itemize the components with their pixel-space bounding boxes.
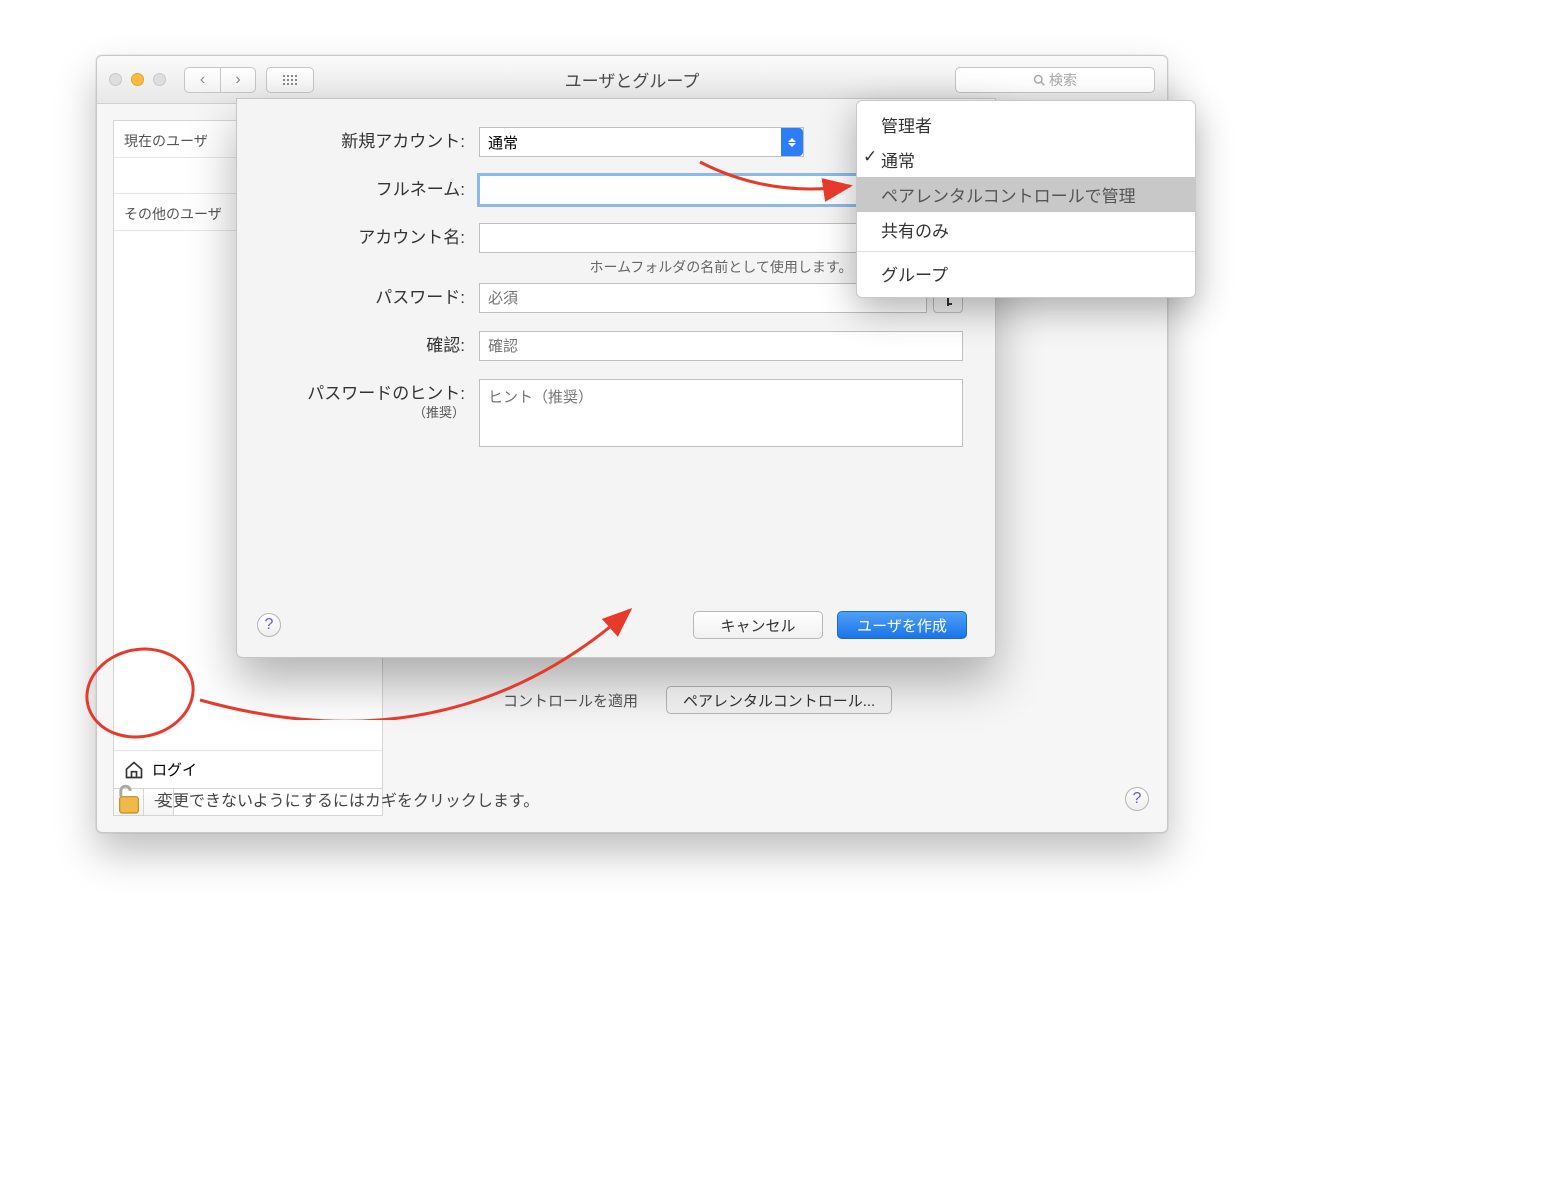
hint-label: パスワードのヒント: （推奨） xyxy=(269,379,479,422)
search-icon xyxy=(1033,74,1045,86)
minimize-window-button[interactable] xyxy=(131,73,144,86)
accountname-label: アカウント名: xyxy=(269,223,479,249)
parental-row: コントロールを適用 ペアレンタルコントロール... xyxy=(487,686,892,714)
new-account-type-select[interactable]: 通常 xyxy=(479,127,804,157)
cancel-button[interactable]: キャンセル xyxy=(693,611,823,639)
verify-input[interactable] xyxy=(479,331,963,361)
hint-input[interactable] xyxy=(479,379,963,447)
lock-footer-text: 変更できないようにするにはカギをクリックします。 xyxy=(157,787,539,811)
password-label: パスワード: xyxy=(269,283,479,309)
dropdown-item-parental[interactable]: ペアレンタルコントロールで管理 xyxy=(857,177,1195,212)
search-field[interactable]: 検索 xyxy=(955,67,1155,93)
new-account-label: 新規アカウント: xyxy=(269,127,479,153)
apply-control-button[interactable]: コントロールを適用 xyxy=(487,686,654,714)
checkmark-icon: ✓ xyxy=(863,147,877,167)
show-all-button[interactable] xyxy=(266,67,314,93)
dropdown-item-sharing[interactable]: 共有のみ xyxy=(857,212,1195,247)
account-type-dropdown: 管理者 ✓ 通常 ペアレンタルコントロールで管理 共有のみ グループ xyxy=(856,100,1196,298)
verify-label: 確認: xyxy=(269,331,479,357)
select-value: 通常 xyxy=(488,132,518,153)
close-window-button[interactable] xyxy=(109,73,122,86)
titlebar: ‹ › ユーザとグループ 検索 xyxy=(97,56,1167,104)
parental-control-button[interactable]: ペアレンタルコントロール... xyxy=(666,686,892,714)
back-button[interactable]: ‹ xyxy=(184,67,220,93)
lock-footer: 変更できないようにするにはカギをクリックします。 ? xyxy=(115,782,1149,816)
search-placeholder: 検索 xyxy=(1049,70,1077,90)
dropdown-item-group[interactable]: グループ xyxy=(857,256,1195,291)
house-icon xyxy=(124,760,144,780)
fullname-label: フルネーム: xyxy=(269,175,479,201)
dropdown-separator xyxy=(857,251,1195,252)
window-title: ユーザとグループ xyxy=(565,67,700,92)
dropdown-item-standard[interactable]: ✓ 通常 xyxy=(857,142,1195,177)
login-options-label: ログイ xyxy=(152,759,197,780)
nav-back-forward: ‹ › xyxy=(184,67,256,93)
help-button[interactable]: ? xyxy=(1125,787,1149,811)
forward-button[interactable]: › xyxy=(220,67,256,93)
traffic-lights xyxy=(109,73,166,86)
stepper-arrows-icon xyxy=(781,128,803,156)
unlocked-lock-icon[interactable] xyxy=(115,782,143,816)
sheet-help-button[interactable]: ? xyxy=(257,613,281,637)
zoom-window-button[interactable] xyxy=(153,73,166,86)
create-user-button[interactable]: ユーザを作成 xyxy=(837,611,967,639)
dropdown-item-admin[interactable]: 管理者 xyxy=(857,107,1195,142)
grid-icon xyxy=(283,75,297,85)
